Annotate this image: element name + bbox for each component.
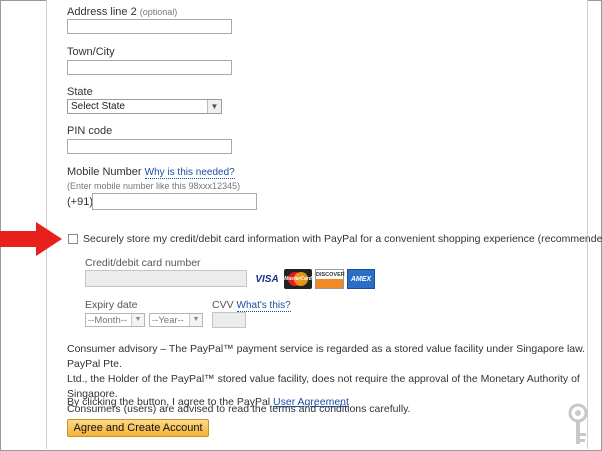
pin-label: PIN code [67,125,113,137]
discover-icon: DISCOVER [315,269,345,289]
cvv-label-text: CVV [212,299,234,311]
expiry-month-value: --Month-- [88,315,128,326]
address2-label-text: Address line 2 [67,6,137,18]
address2-input[interactable] [67,19,232,34]
advisory-line-1: Consumer advisory – The PayPal™ payment … [67,343,586,370]
chevron-down-icon: ▼ [131,314,144,326]
mobile-label-text: Mobile Number [67,166,142,178]
city-input[interactable] [67,60,232,75]
mobile-hint: (Enter mobile number like this 98xxx1234… [67,181,241,191]
key-icon [568,403,588,444]
expiry-label: Expiry date [85,299,138,311]
cvv-label: CVV What's this? [212,299,291,312]
user-agreement-link[interactable]: User Agreement [273,396,349,408]
store-card-label: Securely store my credit/debit card info… [83,233,602,245]
expiry-year-select[interactable]: --Year-- ▼ [149,313,203,327]
amex-icon: AMEX [347,269,375,289]
state-select-value: Select State [71,101,125,112]
agreement-sentence: By clicking the button, I agree to the P… [67,396,271,408]
whats-this-link[interactable]: What's this? [236,300,291,312]
red-arrow-icon [0,222,62,256]
mobile-label: Mobile Number Why is this needed? [67,166,235,179]
why-needed-link[interactable]: Why is this needed? [144,167,235,179]
cvv-input[interactable] [212,312,246,328]
agreement-text: By clicking the button, I agree to the P… [67,396,349,408]
city-label: Town/City [67,46,115,58]
chevron-down-icon: ▼ [189,314,202,326]
card-number-label: Credit/debit card number [85,257,201,269]
visa-icon: VISA [255,274,279,285]
chevron-down-icon: ▼ [207,100,221,113]
address2-label: Address line 2 (optional) [67,6,177,18]
mastercard-text: MasterCard [284,276,312,282]
mastercard-icon: MasterCard [284,269,312,289]
expiry-year-value: --Year-- [152,315,184,326]
state-select[interactable]: Select State ▼ [67,99,222,114]
optional-tag: (optional) [139,7,178,17]
pin-input[interactable] [67,139,232,154]
card-number-input[interactable] [85,270,247,287]
mobile-input[interactable] [92,193,257,210]
country-code: (+91) [67,196,93,208]
store-card-checkbox[interactable] [68,234,78,244]
agree-create-account-button[interactable]: Agree and Create Account [67,419,209,437]
state-label: State [67,86,93,98]
expiry-month-select[interactable]: --Month-- ▼ [85,313,145,327]
